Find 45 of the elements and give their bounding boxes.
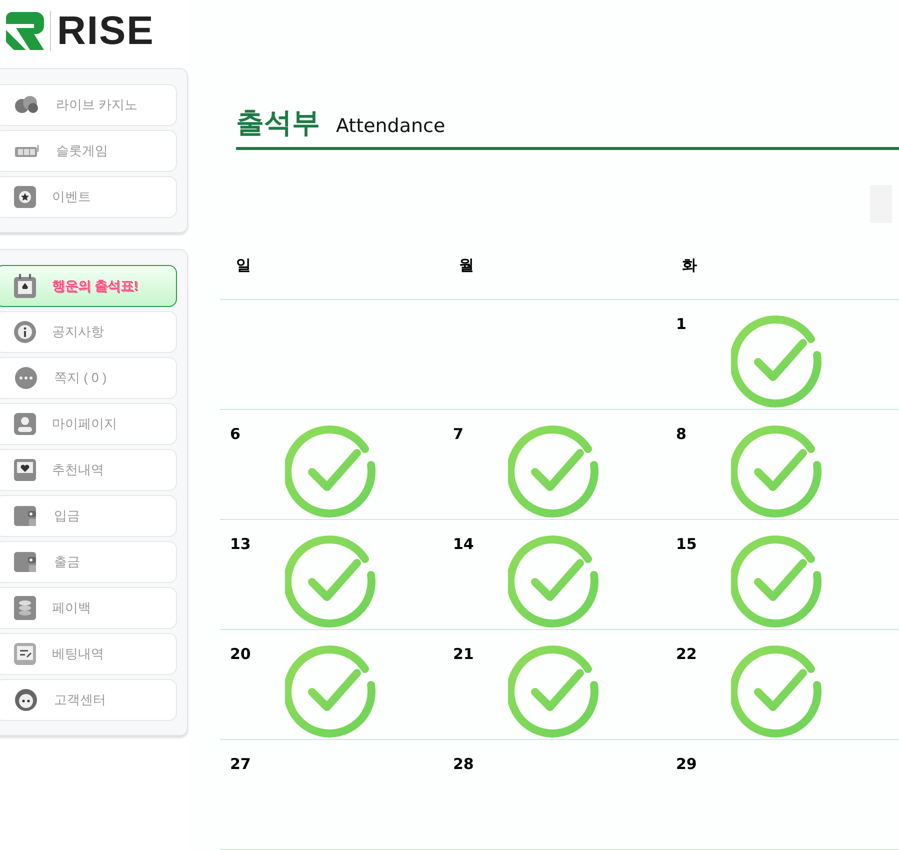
- sidebar-item[interactable]: 추천내역: [0, 449, 177, 491]
- day-number: 1: [676, 315, 686, 334]
- sidebar-item[interactable]: 출금: [0, 541, 177, 583]
- day-number: 13: [230, 535, 251, 554]
- support-icon: [14, 688, 38, 712]
- weekday-label: 월: [459, 256, 474, 274]
- sidebar-item[interactable]: 라이브 카지노: [0, 84, 177, 126]
- day-number: 20: [230, 645, 251, 664]
- sidebar-item[interactable]: 고객센터: [0, 679, 177, 721]
- weekday-label: 일: [236, 256, 251, 274]
- slot-machine-icon: [14, 144, 40, 158]
- day-number: 21: [453, 645, 474, 664]
- calendar-icon: [14, 274, 36, 298]
- page-subtitle: Attendance: [336, 115, 446, 137]
- day-number: 15: [676, 535, 697, 554]
- user-icon: [14, 413, 36, 435]
- day-number: 29: [676, 755, 697, 774]
- day-number: 6: [230, 425, 240, 444]
- sidebar-item[interactable]: 이벤트: [0, 176, 177, 218]
- sidebar-item[interactable]: 공지사항: [0, 311, 177, 353]
- wallet-icon: [14, 505, 38, 527]
- info-icon: [14, 321, 36, 343]
- logo-text: RISE: [50, 11, 154, 51]
- day-number: 22: [676, 645, 697, 664]
- page-title: 출석부: [236, 105, 320, 141]
- sidebar-item[interactable]: 슬롯게임: [0, 130, 177, 172]
- sidebar-item[interactable]: 쪽지 ( 0 ): [0, 357, 177, 399]
- day-number: 14: [453, 535, 474, 554]
- day-number: 7: [453, 425, 464, 444]
- day-number: 8: [676, 425, 686, 444]
- sidebar-item[interactable]: 베팅내역: [0, 633, 177, 675]
- logo-icon: [6, 12, 44, 50]
- day-number: 28: [453, 755, 474, 774]
- sidebar-item[interactable]: 입금: [0, 495, 177, 537]
- chips-icon: [14, 95, 40, 115]
- wallet-icon: [14, 551, 38, 573]
- sidebar-item[interactable]: 마이페이지: [0, 403, 177, 445]
- day-number: 27: [230, 755, 251, 774]
- heart-envelope-icon: [14, 459, 36, 481]
- sidebar-item[interactable]: 페이백: [0, 587, 177, 629]
- chat-icon: [14, 367, 38, 389]
- weekday-label: 화: [682, 256, 697, 274]
- note-icon: [14, 643, 36, 665]
- coins-icon: [14, 596, 36, 620]
- sidebar-item[interactable]: 행운의 출석표!: [0, 265, 177, 307]
